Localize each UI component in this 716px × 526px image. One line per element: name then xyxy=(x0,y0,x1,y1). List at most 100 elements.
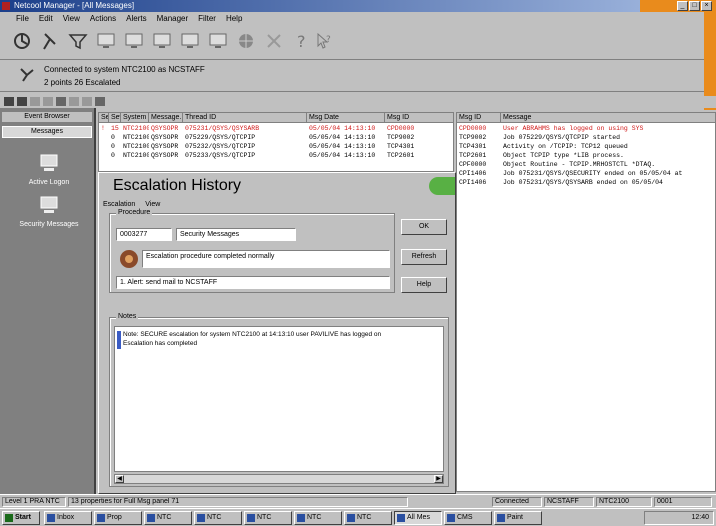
table-row[interactable]: CPF0000 Object Routine - TCPIP.MRHOSTCTL … xyxy=(457,161,715,169)
procedure-name-field[interactable]: Security Messages xyxy=(176,228,296,241)
taskbar-task[interactable]: CMS xyxy=(444,511,492,525)
menu-escalation[interactable]: Escalation xyxy=(103,201,135,208)
taskbar-task[interactable]: NTC xyxy=(294,511,342,525)
scroll-right-icon[interactable]: ▶ xyxy=(434,475,443,483)
table-row[interactable]: 0 NTC2100 QSYSOPR 075232/QSYS/QTCPIP 05/05/0… xyxy=(99,143,453,151)
start-label: Start xyxy=(15,514,31,521)
menu-view[interactable]: View xyxy=(63,12,80,25)
sidebar-item-active-logon[interactable]: Active Logon xyxy=(10,152,88,186)
notes-group: Notes Note: SECURE escalation for system… xyxy=(109,313,449,487)
detail-view-icon[interactable] xyxy=(17,97,27,106)
minimize-button[interactable]: _ xyxy=(677,1,688,11)
monitor-icon[interactable] xyxy=(206,29,230,53)
menu-filter[interactable]: Filter xyxy=(198,12,216,25)
notes-textarea[interactable]: Note: SECURE escalation for system NTC21… xyxy=(114,326,444,472)
refresh-button[interactable]: Refresh xyxy=(401,249,447,265)
taskbar-task[interactable]: NTC xyxy=(244,511,292,525)
filter-icon[interactable] xyxy=(66,29,90,53)
sidebar-item-security-messages[interactable]: Security Messages xyxy=(10,194,88,228)
table-row[interactable]: TCP4301 Activity on /TCPIP: TCP12 queued xyxy=(457,143,715,151)
taskbar-task[interactable]: All Mes xyxy=(394,511,442,525)
procedure-id-field[interactable]: 0003277 xyxy=(116,228,172,241)
main-toolbar: ? ? xyxy=(0,26,704,60)
app-icon xyxy=(97,514,105,522)
table-row[interactable]: CPI1406 Job 075231/QSYS/QSYSARB ended on … xyxy=(457,179,715,187)
table-row[interactable]: 0 NTC2100 QSYSOPR 075229/QSYS/QTCPIP 05/05/0… xyxy=(99,134,453,142)
taskbar-task[interactable]: Paint xyxy=(494,511,542,525)
scroll-left-icon[interactable]: ◀ xyxy=(115,475,124,483)
status-connected: Connected xyxy=(492,497,542,507)
sidebar: Event Browser Messages Active Logon Secu… xyxy=(0,108,96,494)
monitor-icon[interactable] xyxy=(150,29,174,53)
list-view-icon[interactable] xyxy=(4,97,14,106)
menu-actions[interactable]: Actions xyxy=(90,12,116,25)
table-row[interactable]: CPI1406 Job 075231/QSYS/QSECURITY ended o… xyxy=(457,170,715,178)
sort-icon[interactable] xyxy=(56,97,66,106)
table-cell-thread: 075233/QSYS/QTCPIP xyxy=(185,152,256,159)
app-icon xyxy=(147,514,155,522)
start-button[interactable]: Start xyxy=(2,511,40,525)
status-field[interactable]: Escalation procedure completed normally xyxy=(142,250,390,268)
dialog-menu: Escalation View xyxy=(103,201,160,208)
ok-button[interactable]: OK xyxy=(401,219,447,235)
column-header-sev[interactable]: Sev xyxy=(99,113,109,123)
find-icon[interactable] xyxy=(69,97,79,106)
action-field[interactable]: 1. Alert: send mail to NCSTAFF xyxy=(116,276,390,289)
table-cell-date: 05/05/04 14:13:10 xyxy=(309,143,376,150)
question-icon[interactable]: ? xyxy=(290,29,314,53)
table-cell-c2: 15 xyxy=(111,125,119,132)
sidebar-subheader[interactable]: Messages xyxy=(2,126,92,138)
column-header-date[interactable]: Msg Date xyxy=(307,113,385,123)
globe-icon[interactable] xyxy=(234,29,258,53)
table-cell-id: TCP9002 xyxy=(459,134,487,141)
close-button[interactable]: × xyxy=(701,1,712,11)
monitor-icon[interactable] xyxy=(122,29,146,53)
menu-edit[interactable]: Edit xyxy=(39,12,53,25)
print-icon[interactable] xyxy=(82,97,92,106)
menu-manager[interactable]: Manager xyxy=(157,12,189,25)
properties-icon[interactable] xyxy=(95,97,105,106)
taskbar-task[interactable]: NTC xyxy=(144,511,192,525)
delete-icon[interactable] xyxy=(262,29,286,53)
column-header-system[interactable]: System xyxy=(121,113,149,123)
menu-view[interactable]: View xyxy=(145,201,160,208)
sidebar-item-label: Active Logon xyxy=(28,179,70,186)
table-row[interactable]: TCP2601 Object TCPIP type *LIB process. xyxy=(457,152,715,160)
table-cell-thread: 075229/QSYS/QTCPIP xyxy=(185,134,256,141)
menu-help[interactable]: Help xyxy=(226,12,242,25)
table-cell-message: Job 075229/QSYS/QTCPIP started xyxy=(503,134,621,141)
escalation-history-dialog: Escalation History Escalation View Proce… xyxy=(98,172,456,494)
monitor-icon[interactable] xyxy=(94,29,118,53)
column-header-msg-id[interactable]: Msg ID xyxy=(385,113,453,123)
menu-file[interactable]: File xyxy=(16,12,29,25)
sidebar-item-label: Security Messages xyxy=(19,221,79,228)
taskbar-task[interactable]: NTC xyxy=(194,511,242,525)
table-cell-message: Job 075231/QSYS/QSECURITY ended on 05/05… xyxy=(503,170,683,177)
menu-alerts[interactable]: Alerts xyxy=(126,12,146,25)
maximize-button[interactable]: □ xyxy=(689,1,700,11)
context-help-icon[interactable]: ? xyxy=(312,29,336,53)
monitor-icon[interactable] xyxy=(178,29,202,53)
tree-view-icon[interactable] xyxy=(30,97,40,106)
column-header-message[interactable]: Message xyxy=(501,113,715,123)
help-button[interactable]: Help xyxy=(401,277,447,293)
horizontal-scrollbar[interactable]: ◀ ▶ xyxy=(114,474,444,484)
taskbar-task[interactable]: NTC xyxy=(344,511,392,525)
status-level: Level 1 PRA NTC xyxy=(2,497,66,507)
taskbar-task[interactable]: Prop xyxy=(94,511,142,525)
text-cursor xyxy=(117,331,121,349)
connect-icon[interactable] xyxy=(10,29,34,53)
taskbar-task[interactable]: Inbox xyxy=(44,511,92,525)
column-header-sev2[interactable]: Sev xyxy=(109,113,121,123)
pin-icon[interactable] xyxy=(38,29,62,53)
table-row[interactable]: TCP9002 Job 075229/QSYS/QTCPIP started xyxy=(457,134,715,142)
refresh-icon[interactable] xyxy=(43,97,53,106)
table-row[interactable]: 0 NTC2100 QSYSOPR 075233/QSYS/QTCPIP 05/05/0… xyxy=(99,152,453,160)
table-row[interactable]: CPD0000 User ABRAHMS has logged on using … xyxy=(457,125,715,133)
column-header-msg-id[interactable]: Msg ID xyxy=(457,113,501,123)
column-header-message-queue[interactable]: Message... xyxy=(149,113,183,123)
table-row[interactable]: ! 15 NTC2100 QSYSOPR 075231/QSYS/QSYSARB 05/0… xyxy=(99,125,453,133)
clock: 12:40 xyxy=(691,514,709,521)
taskbar-task-label: NTC xyxy=(157,514,172,521)
column-header-thread[interactable]: Thread ID xyxy=(183,113,307,123)
